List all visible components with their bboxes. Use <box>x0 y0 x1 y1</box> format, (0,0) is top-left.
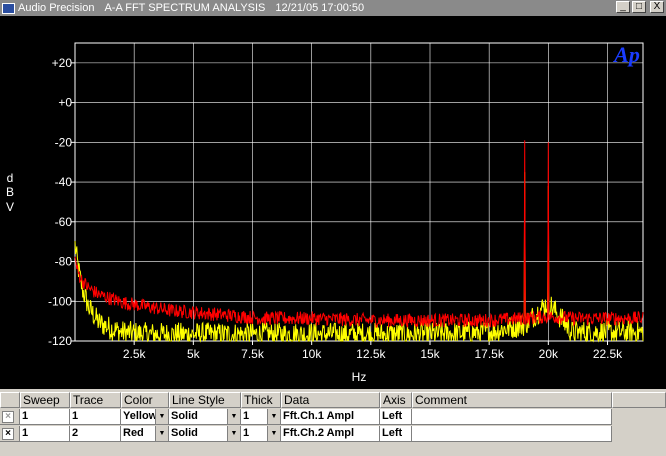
trace-table: Sweep Trace Color Line Style Thick Data … <box>0 389 666 456</box>
header-trace[interactable]: Trace <box>70 392 121 408</box>
x-tick-label: 10k <box>302 347 322 361</box>
ap-logo: Ap <box>612 42 640 67</box>
x-tick-label: 7.5k <box>241 347 265 361</box>
datetime-label: 12/21/05 17:00:50 <box>275 2 365 14</box>
header-axis[interactable]: Axis <box>380 392 412 408</box>
cell-thick[interactable]: 1 ▼ <box>241 426 281 442</box>
cell-axis[interactable]: Left <box>380 426 412 442</box>
x-axis-label: Hz <box>352 370 367 384</box>
cell-thick[interactable]: 1 ▼ <box>241 409 281 425</box>
header-thick[interactable]: Thick <box>241 392 281 408</box>
dropdown-arrow-icon[interactable]: ▼ <box>227 409 240 424</box>
cell-line-style[interactable]: Solid ▼ <box>169 409 241 425</box>
checkbox-icon[interactable]: × <box>2 411 14 423</box>
series-line <box>74 172 644 343</box>
cell-comment[interactable] <box>412 409 612 425</box>
y-tick-label: -120 <box>48 334 72 348</box>
checkbox-icon[interactable]: × <box>2 428 14 440</box>
table-header-row: Sweep Trace Color Line Style Thick Data … <box>0 392 666 408</box>
row-checkbox[interactable]: × <box>0 426 20 442</box>
x-tick-label: 22.5k <box>593 347 623 361</box>
header-line-style[interactable]: Line Style <box>169 392 241 408</box>
color-value: Yellow <box>123 410 158 422</box>
x-tick-label: 5k <box>187 347 201 361</box>
close-button[interactable]: X <box>650 1 664 13</box>
x-tick-label: 17.5k <box>474 347 504 361</box>
header-color[interactable]: Color <box>121 392 169 408</box>
y-axis-label-char: V <box>6 200 14 214</box>
header-filler <box>612 392 666 408</box>
cell-sweep[interactable]: 1 <box>20 409 70 425</box>
maximize-button[interactable]: □ <box>632 1 646 13</box>
dropdown-arrow-icon[interactable]: ▼ <box>155 409 168 424</box>
header-sweep[interactable]: Sweep <box>20 392 70 408</box>
chart-title: A-A FFT SPECTRUM ANALYSIS <box>104 2 266 14</box>
x-axis-ticks: 2.5k 5k 7.5k 10k 12.5k 15k 17.5k 20k 22.5k <box>123 341 623 361</box>
y-tick-label: -80 <box>55 255 73 269</box>
cell-sweep[interactable]: 1 <box>20 426 70 442</box>
header-select <box>0 392 20 408</box>
cell-trace[interactable]: 2 <box>70 426 121 442</box>
thick-value: 1 <box>243 410 250 422</box>
cell-axis[interactable]: Left <box>380 409 412 425</box>
x-tick-label: 2.5k <box>123 347 147 361</box>
x-tick-label: 12.5k <box>356 347 386 361</box>
dropdown-arrow-icon[interactable]: ▼ <box>227 426 240 441</box>
cell-color[interactable]: Red ▼ <box>121 426 169 442</box>
y-tick-label: +0 <box>58 96 72 110</box>
minimize-button[interactable]: _ <box>616 1 630 13</box>
y-axis-ticks: +20 +0 -20 -40 -60 -80 -100 -120 <box>48 56 75 348</box>
cell-trace[interactable]: 1 <box>70 409 121 425</box>
chart-series <box>74 140 644 343</box>
x-tick-label: 15k <box>420 347 440 361</box>
cell-data[interactable]: Fft.Ch.1 Ampl <box>281 409 380 425</box>
cell-data[interactable]: Fft.Ch.2 Ampl <box>281 426 380 442</box>
y-axis-label-char: d <box>7 171 14 185</box>
y-axis-label-char: B <box>6 185 14 199</box>
cell-color[interactable]: Yellow ▼ <box>121 409 169 425</box>
dropdown-arrow-icon[interactable]: ▼ <box>155 426 168 441</box>
y-axis-label: d B V <box>6 171 14 214</box>
y-tick-label: -60 <box>55 215 73 229</box>
table-row[interactable]: × 1 2 Red ▼ Solid ▼ 1 ▼ Fft.Ch.2 Ampl Left <box>0 426 612 442</box>
thick-value: 1 <box>243 427 250 439</box>
window-controls: _ □ X <box>616 1 664 13</box>
line-style-value: Solid <box>171 427 198 439</box>
dropdown-arrow-icon[interactable]: ▼ <box>267 426 280 441</box>
y-tick-label: -20 <box>55 135 73 149</box>
app-icon <box>2 2 15 14</box>
chart-grid <box>74 42 644 342</box>
y-tick-label: -100 <box>48 294 72 308</box>
series-line <box>74 140 644 328</box>
table-row[interactable]: × 1 1 Yellow ▼ Solid ▼ 1 ▼ Fft.Ch.1 Ampl Le… <box>0 409 612 425</box>
row-checkbox[interactable]: × <box>0 409 20 425</box>
app-name: Audio Precision <box>18 2 95 14</box>
header-data[interactable]: Data <box>281 392 380 408</box>
fft-spectrum-chart[interactable]: +20 +0 -20 -40 -60 -80 -100 -120 2.5k 5k 7.5k 10k 1… <box>0 16 666 388</box>
dropdown-arrow-icon[interactable]: ▼ <box>267 409 280 424</box>
y-tick-label: +20 <box>52 56 73 70</box>
window-title-bar[interactable]: Audio Precision A-A FFT SPECTRUM ANALYSI… <box>0 0 666 16</box>
cell-comment[interactable] <box>412 426 612 442</box>
color-value: Red <box>123 427 144 439</box>
header-comment[interactable]: Comment <box>412 392 612 408</box>
y-tick-label: -40 <box>55 175 73 189</box>
line-style-value: Solid <box>171 410 198 422</box>
cell-line-style[interactable]: Solid ▼ <box>169 426 241 442</box>
x-tick-label: 20k <box>539 347 559 361</box>
plot-frame <box>74 42 644 342</box>
